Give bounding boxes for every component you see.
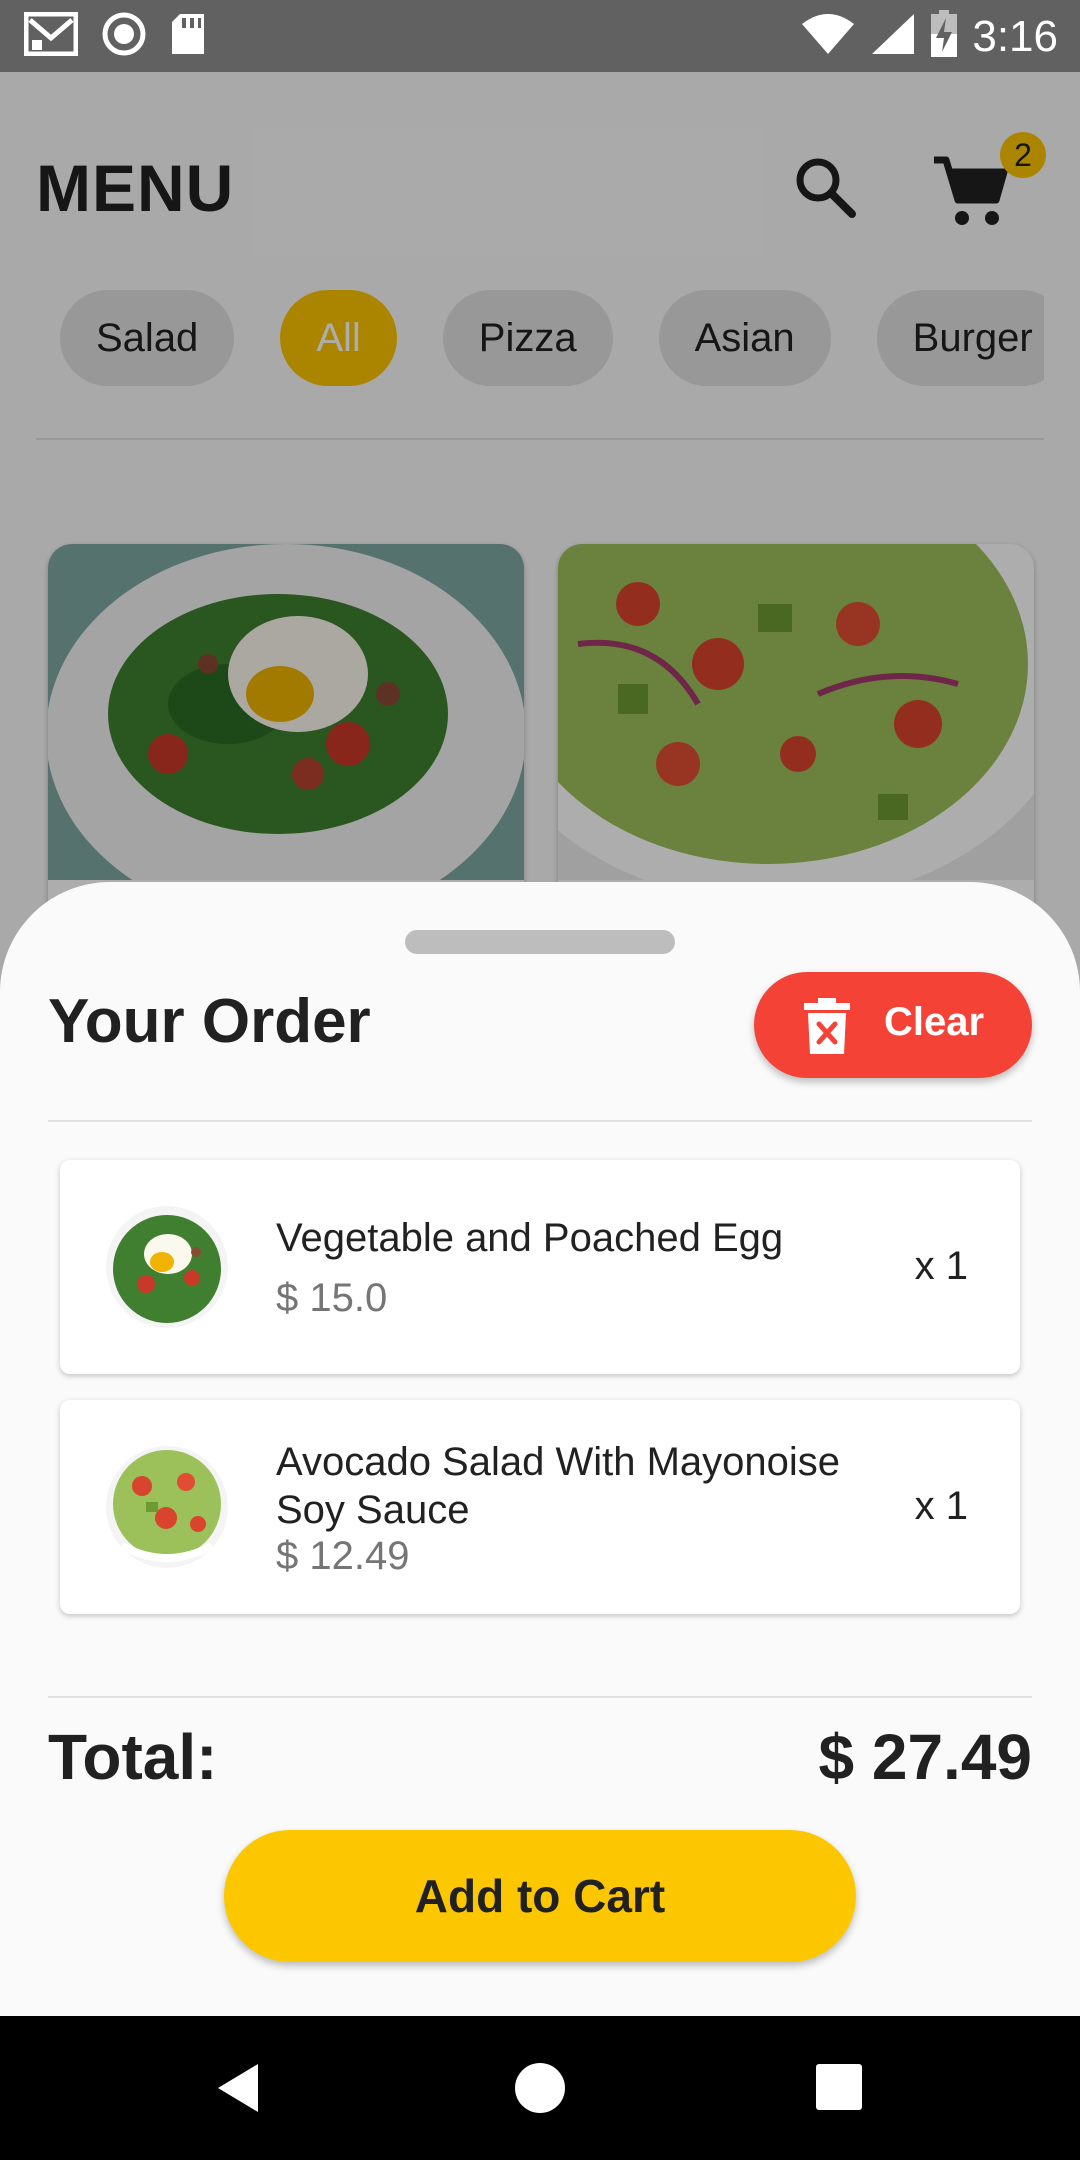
order-item[interactable]: Vegetable and Poached Egg $ 15.0 x 1	[60, 1160, 1020, 1374]
back-button[interactable]	[210, 2058, 270, 2118]
recents-icon	[816, 2064, 862, 2110]
divider	[48, 1120, 1032, 1122]
order-item-image	[106, 1446, 228, 1568]
divider	[48, 1696, 1032, 1698]
clear-label: Clear	[884, 1000, 985, 1044]
status-bar: 3:16	[0, 0, 1080, 72]
gmail-icon	[23, 11, 79, 61]
order-item[interactable]: Avocado Salad With Mayonoise Soy Sauce $…	[60, 1400, 1020, 1614]
sd-card-icon	[170, 12, 206, 61]
order-item-price: $ 15.0	[276, 1276, 388, 1320]
recents-button[interactable]	[810, 2058, 870, 2118]
back-icon	[218, 2064, 258, 2112]
order-item-image	[106, 1206, 228, 1328]
add-to-cart-button[interactable]: Add to Cart	[224, 1830, 856, 1962]
total-value: $ 27.49	[818, 1721, 1032, 1793]
order-bottom-sheet: Your Order Clear Vegetable and Poached E…	[0, 882, 1080, 2016]
home-icon	[515, 2063, 565, 2113]
signal-icon	[870, 12, 916, 61]
sheet-title: Your Order	[48, 987, 371, 1056]
total-label: Total:	[48, 1721, 218, 1793]
order-item-name: Vegetable and Poached Egg	[276, 1216, 784, 1260]
battery-charging-icon	[930, 10, 958, 63]
order-item-quantity: x 1	[914, 1484, 968, 1528]
order-item-name: Avocado Salad With Mayonoise Soy Sauce	[276, 1440, 841, 1532]
clear-button[interactable]: Clear	[754, 972, 1032, 1078]
wifi-icon	[800, 12, 856, 61]
system-nav-bar	[0, 2016, 1080, 2160]
order-item-quantity: x 1	[914, 1244, 968, 1288]
record-icon	[102, 12, 146, 61]
status-time: 3:16	[972, 11, 1058, 61]
trash-icon	[804, 998, 850, 1054]
order-item-price: $ 12.49	[276, 1534, 410, 1578]
home-button[interactable]	[510, 2058, 570, 2118]
drag-handle[interactable]	[405, 930, 675, 954]
